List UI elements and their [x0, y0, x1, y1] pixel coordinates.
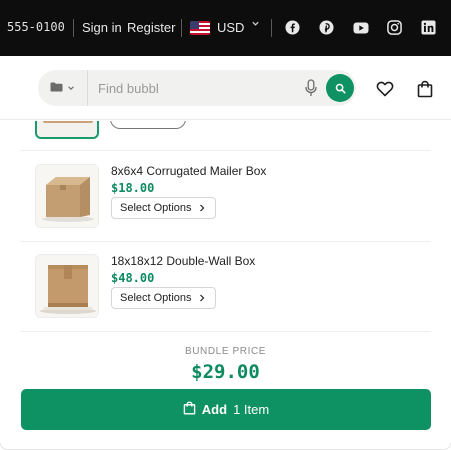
select-options-button[interactable]: Select Options [111, 287, 216, 309]
search-icon [335, 83, 346, 94]
divider [181, 19, 182, 37]
category-selector[interactable] [38, 70, 88, 106]
list-item: 8x6x4 Corrugated Mailer Box $18.00 Selec… [0, 164, 451, 244]
sign-in-link[interactable]: Sign in [82, 20, 122, 35]
product-name[interactable]: 8x6x4 Corrugated Mailer Box [111, 164, 266, 178]
chevron-right-icon [199, 294, 204, 302]
product-price: $18.00 [111, 181, 155, 195]
add-bundle-button[interactable]: Add 1 Item [21, 389, 431, 430]
register-link[interactable]: Register [127, 20, 175, 35]
card-border [0, 443, 451, 450]
currency-selector[interactable]: USD [217, 20, 244, 35]
double-wall-box-image [36, 255, 98, 317]
youtube-icon[interactable] [352, 19, 369, 36]
divider [271, 19, 272, 37]
instagram-icon[interactable] [386, 19, 403, 36]
bundle-price: $29.00 [191, 361, 260, 383]
button-label: Select Options [120, 292, 192, 304]
add-item-count: 1 Item [233, 402, 270, 417]
search-input[interactable] [98, 78, 298, 98]
shopping-bag-icon [183, 401, 196, 418]
product-thumbnail[interactable] [35, 121, 99, 139]
top-bar: 555-0100 Sign in Register USD [0, 0, 451, 56]
heart-icon[interactable] [376, 80, 394, 98]
select-options-button[interactable] [110, 121, 186, 129]
chevron-right-icon [199, 204, 204, 212]
product-price: $48.00 [111, 271, 155, 285]
mailer-box-image [36, 165, 98, 227]
site-header [0, 56, 451, 120]
folder-icon [50, 79, 63, 97]
product-thumbnail[interactable] [35, 164, 99, 228]
product-thumbnail[interactable] [35, 254, 99, 318]
button-label: Select Options [120, 202, 192, 214]
search-bar [38, 70, 356, 106]
divider [20, 150, 431, 151]
list-item: 18x18x12 Double-Wall Box $48.00 Select O… [0, 254, 451, 334]
divider [73, 19, 74, 37]
facebook-icon[interactable] [284, 19, 301, 36]
select-options-button[interactable]: Select Options [111, 197, 216, 219]
chevron-down-icon [67, 79, 75, 97]
divider [20, 241, 431, 242]
us-flag-icon[interactable] [190, 21, 210, 35]
phone-number[interactable]: 555-0100 [7, 20, 65, 34]
shopping-bag-icon[interactable] [416, 80, 434, 98]
bundle-price-label: BUNDLE PRICE [184, 346, 267, 357]
product-name[interactable]: 18x18x12 Double-Wall Box [111, 254, 255, 268]
microphone-icon[interactable] [304, 79, 320, 97]
pinterest-icon[interactable] [318, 19, 335, 36]
linkedin-icon[interactable] [420, 19, 437, 36]
chevron-down-icon[interactable] [251, 19, 260, 31]
search-button[interactable] [326, 74, 354, 102]
bundle-product-list: 8x6x4 Corrugated Mailer Box $18.00 Selec… [0, 121, 451, 450]
add-button-label: Add [201, 402, 228, 417]
divider [20, 331, 431, 332]
